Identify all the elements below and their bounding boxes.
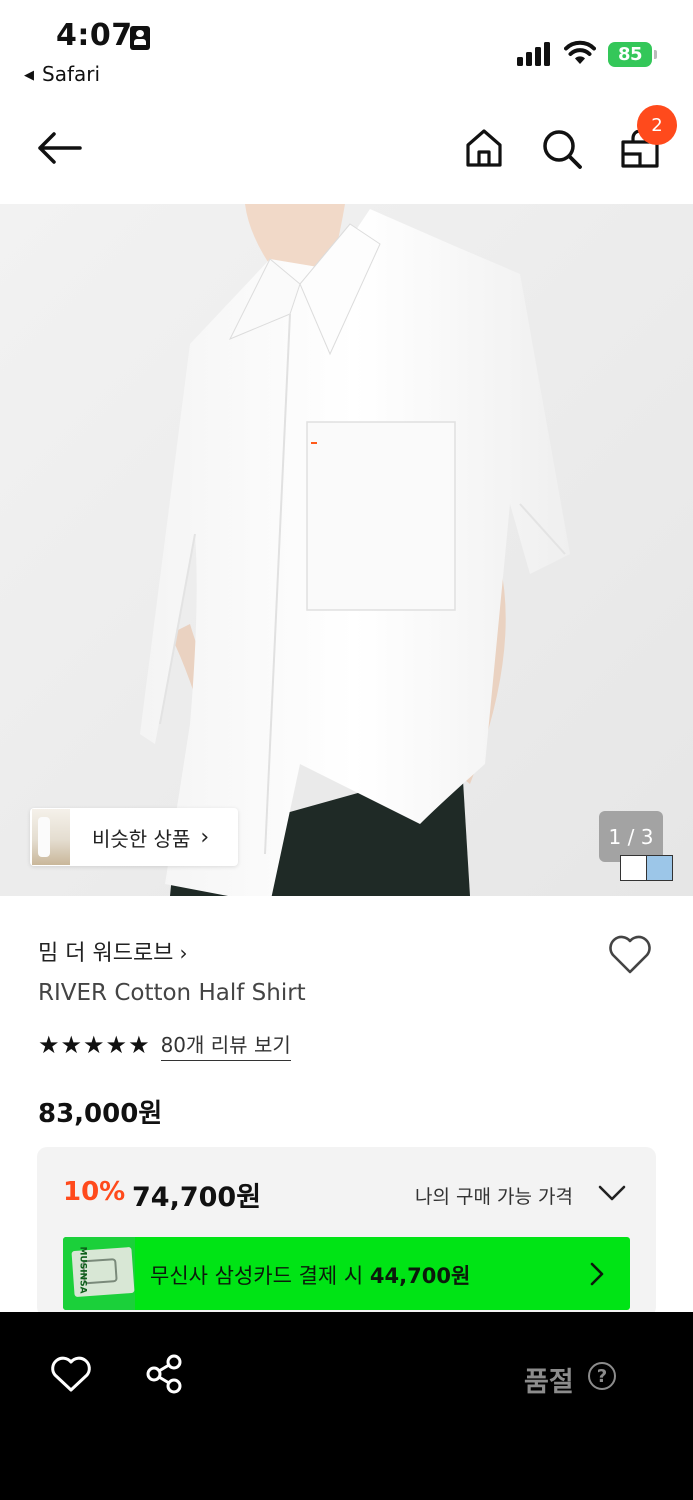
chevron-right-icon: › <box>200 824 210 850</box>
status-bar: 4:07 ◀ Safari 85 <box>0 0 693 100</box>
id-card-icon <box>130 26 150 50</box>
sold-out-label: 품절 <box>524 1367 574 1398</box>
product-photo <box>0 204 693 896</box>
similar-products-label: 비슷한 상품 <box>92 826 191 851</box>
status-time: 4:07 <box>56 18 133 53</box>
color-swatches <box>620 855 673 881</box>
share-icon[interactable] <box>144 1354 186 1394</box>
card-promo-image: MUSINSA <box>63 1237 135 1310</box>
rating-row: ★★★★★ 80개 리뷰 보기 <box>38 1029 291 1061</box>
wishlist-heart-icon[interactable] <box>607 932 653 976</box>
card-image-text: MUSINSA <box>77 1246 88 1294</box>
similar-product-thumbnail <box>32 809 70 865</box>
back-app-label: Safari <box>42 62 101 86</box>
original-price: 83,000원 <box>38 1099 163 1129</box>
chevron-right-icon: › <box>179 941 188 965</box>
similar-products-button[interactable]: 비슷한 상품 › <box>30 808 238 866</box>
sale-price: 74,700원 <box>132 1182 262 1213</box>
my-price-toggle-label[interactable]: 나의 구매 가능 가격 <box>415 1182 573 1209</box>
product-name: RIVER Cotton Half Shirt <box>38 980 306 1006</box>
wishlist-heart-icon[interactable] <box>50 1354 92 1394</box>
battery-indicator: 85 <box>608 42 658 67</box>
battery-level: 85 <box>608 42 652 67</box>
discount-rate: 10% <box>63 1177 126 1207</box>
review-link[interactable]: 80개 리뷰 보기 <box>160 1029 291 1061</box>
back-arrow-icon[interactable] <box>36 130 82 166</box>
color-swatch-blue[interactable] <box>647 856 672 880</box>
search-icon[interactable] <box>541 128 583 170</box>
cellular-signal-icon <box>517 42 553 66</box>
product-image[interactable] <box>0 204 693 896</box>
brand-link[interactable]: 밈 더 워드로브 › <box>38 935 187 967</box>
bottom-action-bar: 품절 ? <box>0 1312 693 1500</box>
chevron-down-icon[interactable] <box>598 1183 626 1203</box>
back-triangle-icon: ◀ <box>24 68 34 83</box>
star-rating-icon: ★★★★★ <box>38 1031 151 1059</box>
brand-name: 밈 더 워드로브 <box>38 941 174 966</box>
wifi-icon <box>564 40 596 64</box>
card-promo-prefix: 무신사 삼성카드 결제 시 <box>150 1264 370 1288</box>
color-swatch-white[interactable] <box>621 856 647 880</box>
back-to-app-link[interactable]: ◀ Safari <box>24 62 100 86</box>
cart-count-badge: 2 <box>637 105 677 145</box>
card-promo-price: 44,700원 <box>369 1264 471 1288</box>
help-icon[interactable]: ? <box>588 1362 616 1390</box>
chevron-right-icon <box>590 1262 604 1286</box>
card-promo-text: 무신사 삼성카드 결제 시 44,700원 <box>150 1260 470 1290</box>
battery-cap <box>654 50 657 59</box>
home-icon[interactable] <box>464 128 504 168</box>
card-promo-banner[interactable]: MUSINSA 무신사 삼성카드 결제 시 44,700원 <box>63 1237 630 1310</box>
top-nav <box>0 100 693 204</box>
